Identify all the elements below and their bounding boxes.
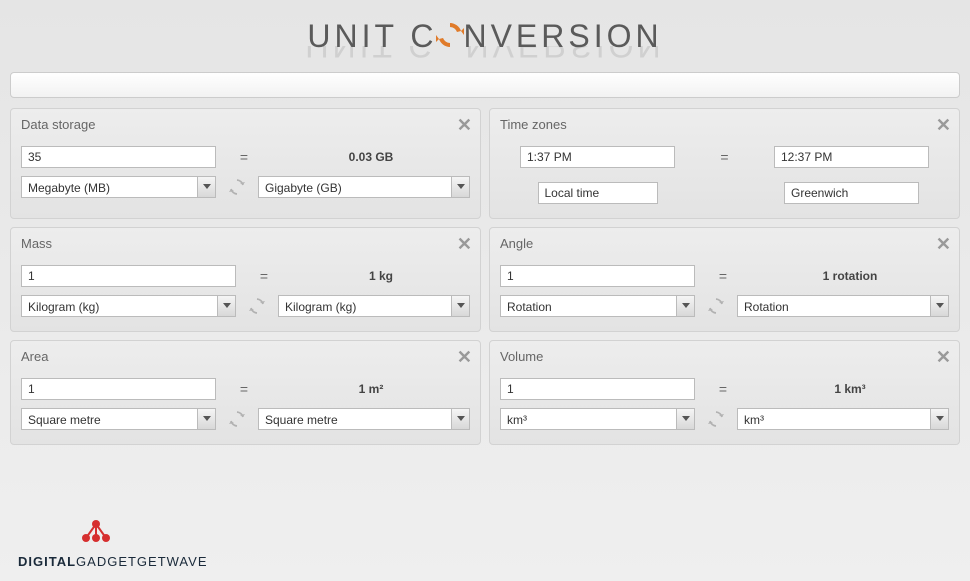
chevron-down-icon — [451, 296, 469, 316]
panel-title: Angle — [500, 236, 949, 251]
from-unit-select[interactable]: Kilogram (kg) — [21, 295, 236, 317]
left-time-input[interactable] — [520, 146, 675, 168]
swap-icon[interactable] — [244, 296, 270, 316]
panels-grid: Data storage ✕ = 0.03 GB Megabyte (MB) G… — [0, 108, 970, 445]
panel-volume: Volume ✕ = 1 km³ km³ km³ — [489, 340, 960, 445]
panel-area: Area ✕ = 1 m² Square metre Square metre — [10, 340, 481, 445]
close-icon[interactable]: ✕ — [457, 115, 472, 136]
app-header: UNIT CNVERSION UNIT CNVERSION — [0, 0, 970, 70]
from-unit-select[interactable]: km³ — [500, 408, 695, 430]
value-input[interactable] — [500, 378, 695, 400]
to-unit-select[interactable]: Kilogram (kg) — [278, 295, 470, 317]
close-icon[interactable]: ✕ — [936, 115, 951, 136]
chevron-down-icon — [451, 409, 469, 429]
panel-title: Time zones — [500, 117, 949, 132]
title-reflection: UNIT CNVERSION — [0, 46, 970, 64]
chevron-down-icon — [930, 296, 948, 316]
chevron-down-icon — [451, 177, 469, 197]
to-unit-select[interactable]: Square metre — [258, 408, 470, 430]
panel-title: Volume — [500, 349, 949, 364]
swap-icon[interactable] — [224, 409, 250, 429]
watermark-logo-icon — [78, 518, 114, 551]
watermark-text: DIGITALGADGETGETWAVE — [18, 554, 208, 569]
result-value: 1 km³ — [751, 382, 949, 396]
equals-sign: = — [224, 381, 264, 397]
from-unit-select[interactable]: Square metre — [21, 408, 216, 430]
right-time-input[interactable] — [774, 146, 929, 168]
search-bar[interactable] — [10, 72, 960, 98]
to-unit-select[interactable]: Rotation — [737, 295, 949, 317]
from-unit-select[interactable]: Rotation — [500, 295, 695, 317]
to-unit-select[interactable]: km³ — [737, 408, 949, 430]
panel-title: Mass — [21, 236, 470, 251]
value-input[interactable] — [21, 265, 236, 287]
result-value: 1 rotation — [751, 269, 949, 283]
equals-sign: = — [703, 381, 743, 397]
chevron-down-icon — [197, 177, 215, 197]
panel-angle: Angle ✕ = 1 rotation Rotation Rotation — [489, 227, 960, 332]
close-icon[interactable]: ✕ — [936, 347, 951, 368]
value-input[interactable] — [21, 146, 216, 168]
chevron-down-icon — [676, 409, 694, 429]
close-icon[interactable]: ✕ — [936, 234, 951, 255]
panel-time-zones: Time zones ✕ = — [489, 108, 960, 219]
result-value: 1 kg — [292, 269, 470, 283]
panel-data-storage: Data storage ✕ = 0.03 GB Megabyte (MB) G… — [10, 108, 481, 219]
chevron-down-icon — [197, 409, 215, 429]
chevron-down-icon — [676, 296, 694, 316]
from-unit-select[interactable]: Megabyte (MB) — [21, 176, 216, 198]
close-icon[interactable]: ✕ — [457, 234, 472, 255]
to-unit-select[interactable]: Gigabyte (GB) — [258, 176, 470, 198]
chevron-down-icon — [217, 296, 235, 316]
panel-title: Area — [21, 349, 470, 364]
swap-icon[interactable] — [224, 177, 250, 197]
close-icon[interactable]: ✕ — [457, 347, 472, 368]
equals-sign: = — [683, 149, 766, 165]
swap-icon[interactable] — [703, 409, 729, 429]
equals-sign: = — [224, 149, 264, 165]
chevron-down-icon — [930, 409, 948, 429]
swap-icon[interactable] — [703, 296, 729, 316]
left-zone-input[interactable] — [538, 182, 658, 204]
result-value: 0.03 GB — [272, 150, 470, 164]
right-zone-input[interactable] — [784, 182, 919, 204]
equals-sign: = — [244, 268, 284, 284]
result-value: 1 m² — [272, 382, 470, 396]
value-input[interactable] — [21, 378, 216, 400]
panel-title: Data storage — [21, 117, 470, 132]
panel-mass: Mass ✕ = 1 kg Kilogram (kg) Kilogram (kg… — [10, 227, 481, 332]
equals-sign: = — [703, 268, 743, 284]
value-input[interactable] — [500, 265, 695, 287]
